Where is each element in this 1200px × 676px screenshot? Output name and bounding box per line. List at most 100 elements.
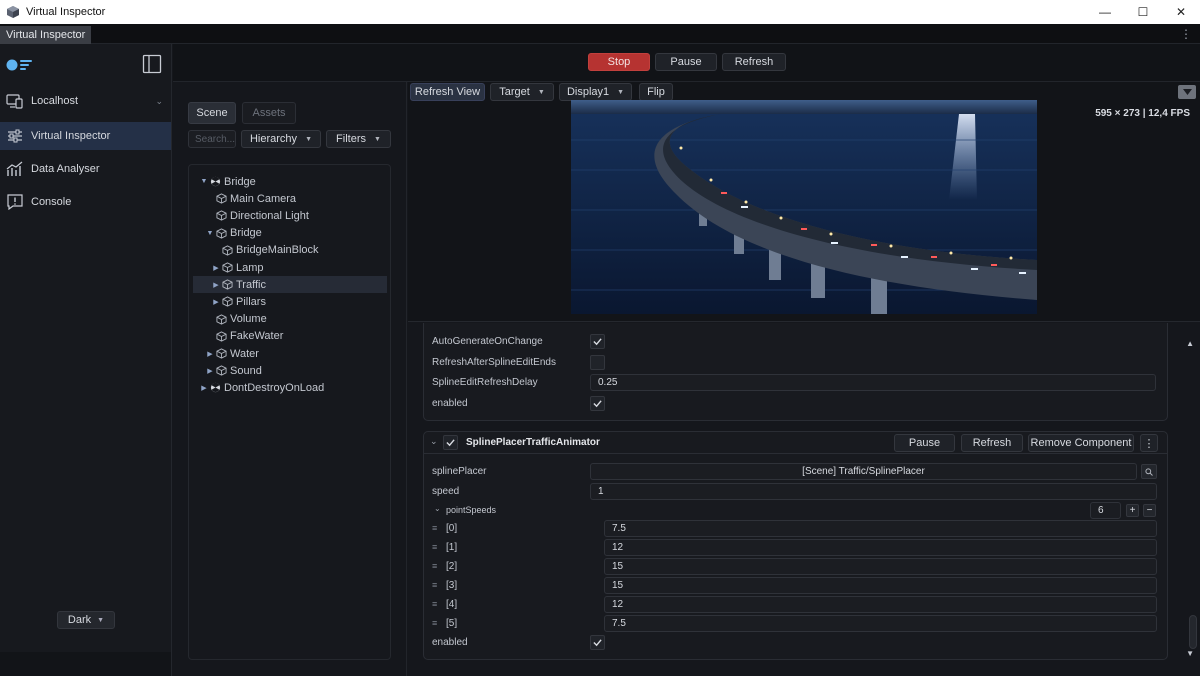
- stop-button[interactable]: Stop: [588, 53, 650, 71]
- chevron-down-icon[interactable]: ⌄: [434, 504, 441, 513]
- gameobject-icon: [215, 347, 228, 360]
- tree-node-bridge[interactable]: ▼ Bridge: [193, 225, 387, 242]
- auto-generate-checkbox[interactable]: [590, 334, 605, 349]
- gameobject-icon: [215, 330, 228, 343]
- more-options-icon[interactable]: ⋮: [1180, 26, 1192, 42]
- point-speed-field[interactable]: 12: [604, 596, 1157, 613]
- remove-component-button[interactable]: Remove Component: [1028, 434, 1134, 452]
- drag-handle-icon[interactable]: ≡: [432, 542, 437, 552]
- close-button[interactable]: ✕: [1162, 0, 1200, 24]
- check-icon: [593, 338, 602, 346]
- expand-right-icon[interactable]: ▶: [205, 367, 215, 375]
- expand-down-icon[interactable]: ▼: [199, 178, 209, 185]
- tree-node-bridge[interactable]: ▼ Bridge: [193, 173, 387, 190]
- expand-right-icon[interactable]: ▶: [199, 384, 209, 392]
- target-dropdown[interactable]: Target ▼: [490, 83, 554, 101]
- point-speeds-size-field[interactable]: 6: [1090, 502, 1121, 519]
- tab-strip: Virtual Inspector ⋮: [0, 24, 1200, 44]
- sidebar-item-virtual-inspector[interactable]: Virtual Inspector: [0, 122, 171, 150]
- scroll-down-icon[interactable]: ▼: [1186, 649, 1194, 658]
- expand-right-icon[interactable]: ▶: [211, 298, 221, 306]
- expand-down-icon[interactable]: ▼: [205, 230, 215, 237]
- minimize-button[interactable]: —: [1086, 0, 1124, 24]
- expand-right-icon[interactable]: ▶: [211, 264, 221, 272]
- scrollbar-thumb[interactable]: [1189, 615, 1197, 649]
- tab-virtual-inspector[interactable]: Virtual Inspector: [0, 26, 92, 44]
- drag-handle-icon[interactable]: ≡: [432, 580, 437, 590]
- devices-icon: [5, 92, 25, 110]
- check-icon: [446, 439, 455, 447]
- add-element-button[interactable]: +: [1126, 504, 1139, 517]
- component-pause-button[interactable]: Pause: [894, 434, 955, 452]
- tree-node-volume[interactable]: Volume: [193, 311, 387, 328]
- tree-node-pillars[interactable]: ▶ Pillars: [193, 293, 387, 310]
- enabled-checkbox[interactable]: [590, 635, 605, 650]
- top-toolbar: Stop Pause Refresh: [173, 44, 1200, 82]
- expand-right-icon[interactable]: ▶: [205, 350, 215, 358]
- enabled-checkbox[interactable]: [590, 396, 605, 411]
- sidebar-item-console[interactable]: Console: [0, 188, 171, 216]
- tree-node-label: BridgeMainBlock: [236, 244, 319, 257]
- sidebar-item-data-analyser[interactable]: Data Analyser: [0, 155, 171, 183]
- refresh-view-button[interactable]: Refresh View: [410, 83, 485, 101]
- point-speed-field[interactable]: 12: [604, 539, 1157, 556]
- remove-element-button[interactable]: −: [1143, 504, 1156, 517]
- chevron-down-icon[interactable]: ⌄: [155, 96, 163, 107]
- scene-icon: [209, 175, 222, 188]
- component-more-button[interactable]: ⋮: [1140, 434, 1158, 452]
- tree-node-label: Traffic: [236, 278, 266, 291]
- drag-handle-icon[interactable]: ≡: [432, 618, 437, 628]
- prop-label-auto-generate: AutoGenerateOnChange: [432, 336, 543, 347]
- gameobject-icon: [221, 261, 234, 274]
- hierarchy-search-input[interactable]: Search...: [188, 130, 236, 148]
- display-dropdown[interactable]: Display1 ▼: [559, 83, 632, 101]
- drag-handle-icon[interactable]: ≡: [432, 599, 437, 609]
- tree-node-main-camera[interactable]: Main Camera: [193, 190, 387, 207]
- component-enabled-checkbox[interactable]: [443, 435, 458, 450]
- collapse-view-button[interactable]: [1178, 85, 1196, 99]
- component-refresh-button[interactable]: Refresh: [961, 434, 1023, 452]
- maximize-button[interactable]: ☐: [1124, 0, 1162, 24]
- tree-node-fakewater[interactable]: FakeWater: [193, 328, 387, 345]
- tree-node-bridgemainblock[interactable]: BridgeMainBlock: [193, 242, 387, 259]
- tree-node-directional-light[interactable]: Directional Light: [193, 207, 387, 224]
- prop-label-spline-placer: splinePlacer: [432, 466, 487, 477]
- scroll-up-icon[interactable]: ▲: [1186, 339, 1194, 348]
- tree-node-sound[interactable]: ▶ Sound: [193, 362, 387, 379]
- point-speed-field[interactable]: 7.5: [604, 615, 1157, 632]
- dropdown-label: Target: [499, 86, 530, 98]
- gameobject-icon: [215, 364, 228, 377]
- pause-button[interactable]: Pause: [655, 53, 717, 71]
- flip-button[interactable]: Flip: [639, 83, 673, 101]
- refresh-delay-field[interactable]: 0.25: [590, 374, 1156, 391]
- component-header: ⌄ SplinePlacerTrafficAnimator Pause Refr…: [424, 432, 1167, 454]
- speed-field[interactable]: 1: [590, 483, 1157, 500]
- object-picker-button[interactable]: [1141, 464, 1157, 479]
- bridge-scene-image: [571, 100, 1037, 314]
- refresh-button[interactable]: Refresh: [722, 53, 786, 71]
- sidebar-toggle-icon[interactable]: [142, 54, 162, 74]
- drag-handle-icon[interactable]: ≡: [432, 561, 437, 571]
- game-view-image[interactable]: [571, 100, 1037, 314]
- point-speed-field[interactable]: 15: [604, 577, 1157, 594]
- point-speed-field[interactable]: 7.5: [604, 520, 1157, 537]
- refresh-after-edit-checkbox[interactable]: [590, 355, 605, 370]
- prop-label-refresh-after-edit: RefreshAfterSplineEditEnds: [432, 357, 556, 368]
- check-icon: [593, 400, 602, 408]
- tree-node-traffic[interactable]: ▶ Traffic: [193, 276, 387, 294]
- hierarchy-mode-dropdown[interactable]: Hierarchy ▼: [241, 130, 321, 148]
- drag-handle-icon[interactable]: ≡: [432, 523, 437, 533]
- tree-node-lamp[interactable]: ▶ Lamp: [193, 259, 387, 276]
- spline-placer-object-field[interactable]: [Scene] Traffic/SplinePlacer: [590, 463, 1137, 480]
- point-speed-field[interactable]: 15: [604, 558, 1157, 575]
- sidebar-item-localhost[interactable]: Localhost ⌄: [0, 87, 171, 115]
- theme-select[interactable]: Dark ▼: [57, 611, 115, 629]
- chevron-down-icon[interactable]: ⌄: [430, 436, 438, 447]
- tab-scene[interactable]: Scene: [188, 102, 236, 124]
- tree-node-dontdestroyonload[interactable]: ▶ DontDestroyOnLoad: [193, 379, 387, 396]
- tab-assets[interactable]: Assets: [242, 102, 296, 124]
- expand-right-icon[interactable]: ▶: [211, 281, 221, 289]
- tree-node-water[interactable]: ▶ Water: [193, 345, 387, 362]
- filters-dropdown[interactable]: Filters ▼: [326, 130, 391, 148]
- scene-icon: [209, 381, 222, 394]
